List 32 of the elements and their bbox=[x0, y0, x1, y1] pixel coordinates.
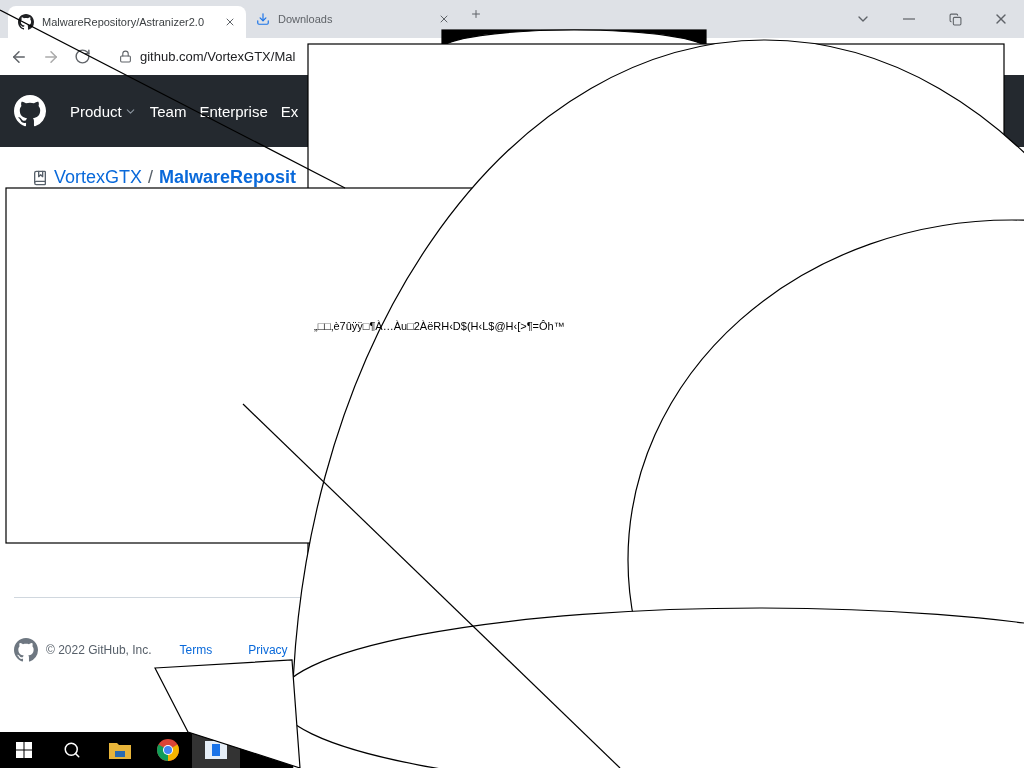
github-logo-icon bbox=[14, 95, 46, 127]
download-icon bbox=[256, 12, 270, 26]
minimize-icon bbox=[903, 18, 915, 20]
reload-button[interactable] bbox=[74, 48, 91, 65]
footer-link[interactable]: Terms bbox=[179, 643, 213, 657]
window-icon bbox=[205, 741, 227, 759]
repo-icon bbox=[32, 169, 48, 186]
nav-link[interactable]: Team bbox=[149, 102, 187, 120]
repo-name-link[interactable]: MalwareReposit bbox=[159, 167, 297, 188]
close-tab-button[interactable] bbox=[438, 13, 450, 25]
new-tab-button[interactable] bbox=[470, 8, 482, 20]
lock-icon bbox=[119, 50, 132, 63]
windows-logo-icon bbox=[16, 742, 32, 758]
footer-link[interactable]: Privacy bbox=[248, 643, 288, 657]
path-separator: / bbox=[148, 167, 154, 188]
github-logo-icon bbox=[14, 638, 38, 662]
tab-title: MalwareRepository/Astranizer2.0 bbox=[42, 16, 205, 28]
github-logo-icon bbox=[18, 14, 34, 30]
close-tab-button[interactable] bbox=[224, 16, 236, 28]
nav-link[interactable]: Ex bbox=[280, 102, 299, 120]
tab-title: Downloads bbox=[278, 13, 334, 25]
browser-icon bbox=[157, 739, 179, 761]
nav-link[interactable]: Product bbox=[70, 102, 137, 120]
browser-tab[interactable]: MalwareRepository/Astranizer2.0 bbox=[8, 6, 246, 38]
browser-tab[interactable]: Downloads bbox=[246, 10, 460, 28]
address-field[interactable]: github.com/VortexGTX/Mal bbox=[140, 49, 296, 64]
owner-link[interactable]: VortexGTX bbox=[54, 167, 143, 188]
nav-link[interactable]: Enterprise bbox=[199, 102, 268, 120]
restore-icon bbox=[948, 12, 962, 26]
copyright-text: © 2022 GitHub, Inc. bbox=[46, 643, 152, 657]
search-icon bbox=[63, 741, 81, 759]
folder-icon bbox=[109, 741, 131, 759]
